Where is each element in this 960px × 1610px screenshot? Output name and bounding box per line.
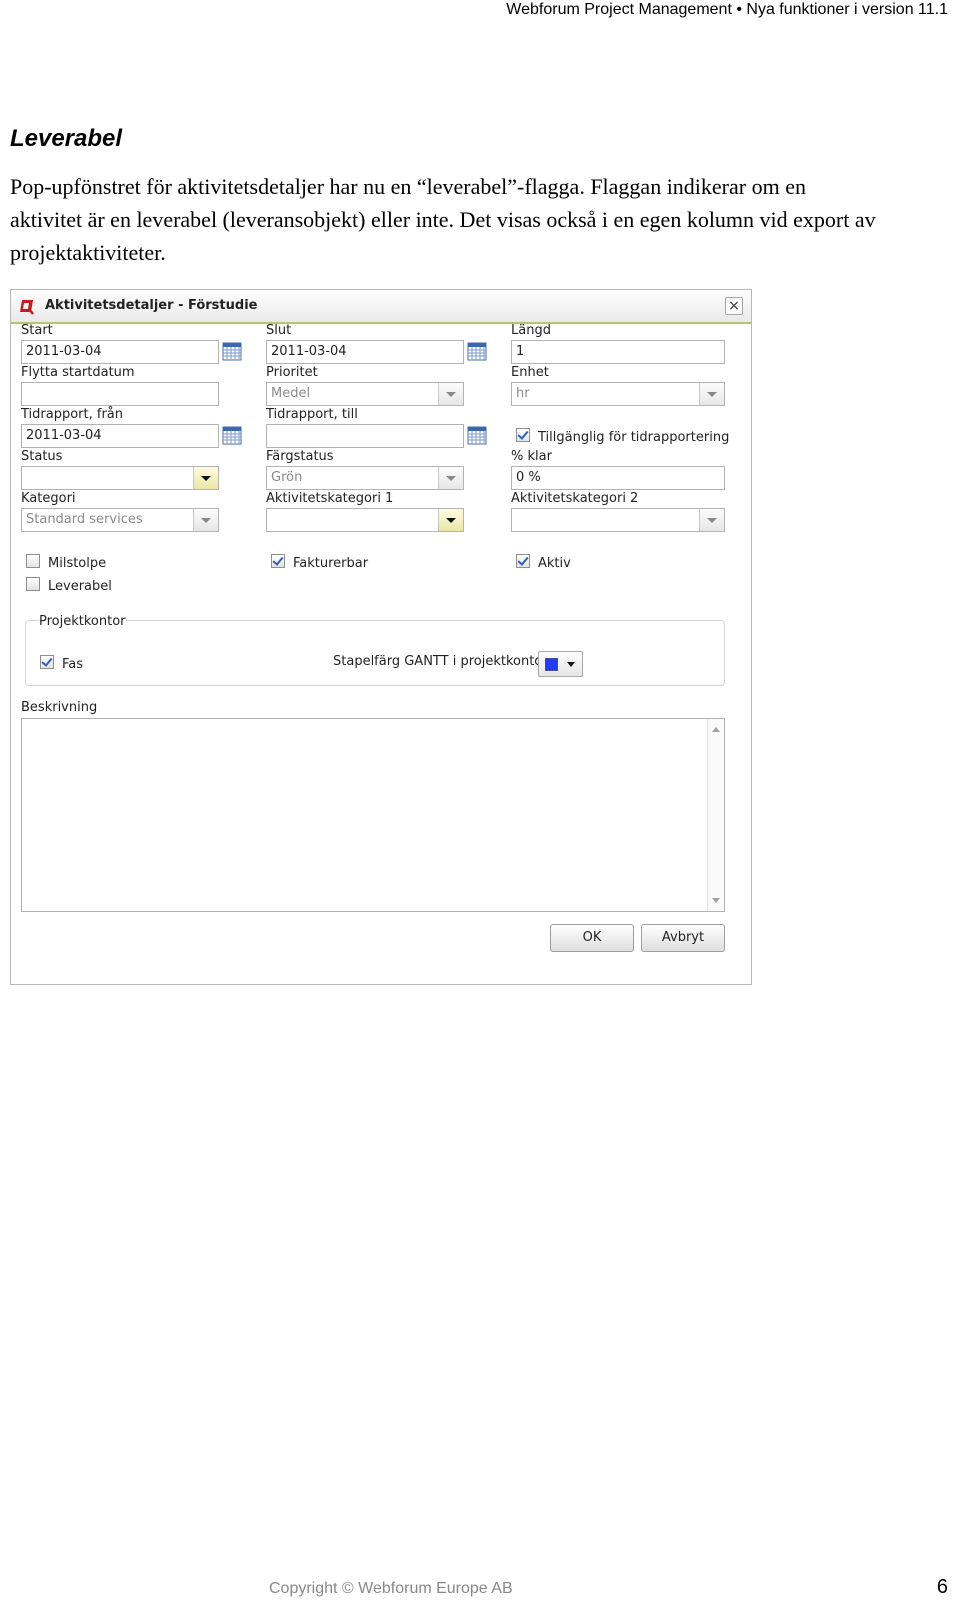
close-icon: × bbox=[728, 298, 740, 314]
fargstatus-value: Grön bbox=[271, 470, 303, 485]
enhet-value: hr bbox=[516, 386, 530, 401]
procent-klar-label: % klar bbox=[511, 449, 552, 464]
slut-calendar-icon[interactable] bbox=[467, 341, 487, 361]
projektkontor-fieldset bbox=[25, 620, 725, 686]
section-heading: Leverabel bbox=[10, 125, 123, 152]
milstolpe-label: Milstolpe bbox=[48, 556, 107, 571]
status-select[interactable] bbox=[21, 466, 219, 490]
scroll-up-icon[interactable] bbox=[712, 727, 720, 732]
beskrivning-scrollbar[interactable] bbox=[707, 719, 724, 911]
activity-details-dialog: Aktivitetsdetaljer - Förstudie × Start 2… bbox=[10, 289, 752, 985]
tidrapport-till-label: Tidrapport, till bbox=[266, 407, 358, 422]
aktiv-checkbox[interactable] bbox=[516, 554, 530, 568]
slut-label: Slut bbox=[266, 323, 292, 338]
app-logo-icon bbox=[20, 300, 34, 315]
prioritet-label: Prioritet bbox=[266, 365, 318, 380]
tidrapport-till-input[interactable] bbox=[266, 424, 464, 448]
tidrapport-fran-input[interactable]: 2011-03-04 bbox=[21, 424, 219, 448]
tidrapport-fran-calendar-icon[interactable] bbox=[222, 425, 242, 445]
kategori-value: Standard services bbox=[26, 512, 143, 527]
leverabel-checkbox[interactable] bbox=[26, 577, 40, 591]
aktivitetskategori1-dropdown-icon[interactable] bbox=[438, 509, 463, 531]
page-header: Webforum Project Management • Nya funkti… bbox=[506, 1, 948, 19]
fas-checkbox[interactable] bbox=[40, 655, 54, 669]
footer-copyright: Copyright © Webforum Europe AB bbox=[269, 1580, 513, 1597]
color-dropdown-icon bbox=[567, 662, 575, 667]
fas-label: Fas bbox=[62, 657, 84, 672]
fargstatus-label: Färgstatus bbox=[266, 449, 334, 464]
beskrivning-textarea[interactable] bbox=[21, 718, 725, 912]
tillganglig-checkbox[interactable] bbox=[516, 428, 530, 442]
flytta-startdatum-input[interactable] bbox=[21, 382, 219, 406]
status-dropdown-icon[interactable] bbox=[193, 467, 218, 489]
prioritet-value: Medel bbox=[271, 386, 311, 401]
leverabel-label: Leverabel bbox=[48, 579, 112, 594]
start-label: Start bbox=[21, 323, 53, 338]
kategori-label: Kategori bbox=[21, 491, 76, 506]
header-subtitle: Nya funktioner i version 11.1 bbox=[746, 1, 948, 18]
aktivitetskategori2-select[interactable] bbox=[511, 508, 725, 532]
flytta-startdatum-label: Flytta startdatum bbox=[21, 365, 135, 380]
tidrapport-fran-label: Tidrapport, från bbox=[21, 407, 124, 422]
start-calendar-icon[interactable] bbox=[222, 341, 242, 361]
bar-color-label: Stapelfärg GANTT i projektkontor bbox=[333, 654, 548, 669]
enhet-label: Enhet bbox=[511, 365, 549, 380]
fakturerbar-checkbox[interactable] bbox=[271, 554, 285, 568]
tidrapport-till-calendar-icon[interactable] bbox=[467, 425, 487, 445]
dialog-titlebar: Aktivitetsdetaljer - Förstudie × bbox=[11, 290, 751, 324]
projektkontor-legend: Projektkontor bbox=[39, 614, 126, 629]
bar-color-swatch bbox=[545, 658, 558, 671]
tillganglig-label: Tillgänglig för tidrapportering bbox=[538, 430, 730, 445]
kategori-dropdown-icon[interactable] bbox=[193, 509, 218, 531]
fargstatus-select[interactable]: Grön bbox=[266, 466, 464, 490]
langd-input[interactable]: 1 bbox=[511, 340, 725, 364]
milstolpe-checkbox[interactable] bbox=[26, 554, 40, 568]
aktivitetskategori1-label: Aktivitetskategori 1 bbox=[266, 491, 394, 506]
close-button[interactable]: × bbox=[725, 297, 743, 315]
fargstatus-dropdown-icon[interactable] bbox=[438, 467, 463, 489]
beskrivning-label: Beskrivning bbox=[21, 700, 98, 715]
ok-button[interactable]: OK bbox=[550, 924, 634, 952]
header-title: Webforum Project Management bbox=[506, 1, 732, 18]
bar-color-picker[interactable] bbox=[538, 651, 583, 677]
aktivitetskategori2-dropdown-icon[interactable] bbox=[699, 509, 724, 531]
enhet-dropdown-icon[interactable] bbox=[699, 383, 724, 405]
prioritet-select[interactable]: Medel bbox=[266, 382, 464, 406]
start-date-input[interactable]: 2011-03-04 bbox=[21, 340, 219, 364]
intro-paragraph: Pop-upfönstret för aktivitetsdetaljer ha… bbox=[10, 174, 876, 265]
prioritet-dropdown-icon[interactable] bbox=[438, 383, 463, 405]
aktivitetskategori1-select[interactable] bbox=[266, 508, 464, 532]
fakturerbar-label: Fakturerbar bbox=[293, 556, 369, 571]
procent-klar-input[interactable]: 0 % bbox=[511, 466, 725, 490]
aktiv-label: Aktiv bbox=[538, 556, 571, 571]
aktivitetskategori2-label: Aktivitetskategori 2 bbox=[511, 491, 639, 506]
dialog-title: Aktivitetsdetaljer - Förstudie bbox=[45, 298, 258, 313]
status-label: Status bbox=[21, 449, 63, 464]
langd-label: Längd bbox=[511, 323, 551, 338]
page-number: 6 bbox=[936, 1576, 948, 1598]
scroll-down-icon[interactable] bbox=[712, 898, 720, 903]
slut-date-input[interactable]: 2011-03-04 bbox=[266, 340, 464, 364]
header-separator: • bbox=[736, 1, 742, 18]
enhet-select[interactable]: hr bbox=[511, 382, 725, 406]
kategori-select[interactable]: Standard services bbox=[21, 508, 219, 532]
cancel-button[interactable]: Avbryt bbox=[641, 924, 725, 952]
